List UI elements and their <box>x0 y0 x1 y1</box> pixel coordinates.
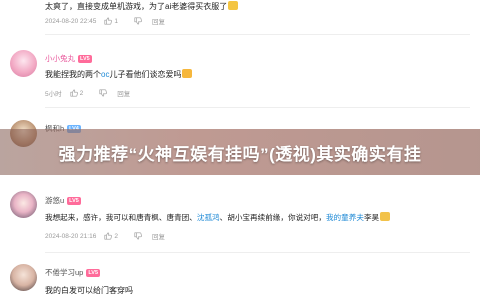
comment-meta: 5小时 2 回复 <box>45 88 138 98</box>
like-count: 2 <box>79 89 84 97</box>
promo-banner: 强力推荐“火神互娱有挂吗”(透视)其实确实有挂 <box>0 129 480 175</box>
divider <box>45 252 470 253</box>
reply-button[interactable]: 回复 <box>152 231 165 241</box>
thumb-up-icon <box>104 17 113 25</box>
avatar[interactable] <box>10 191 37 218</box>
comment-text: 我想起来，感许，我可以和唐青枫、唐青团、沈孤鸿、胡小宝再续前缘，你说对吧，我的童… <box>45 212 391 223</box>
reply-button[interactable]: 回复 <box>117 88 130 98</box>
comment-time: 5小时 <box>45 91 62 98</box>
comment-header: 游悠u LV5 <box>45 195 81 206</box>
thumb-down-icon <box>134 17 142 25</box>
dislike-button[interactable] <box>134 17 144 25</box>
comment-section: 太爽了，直接变成单机游戏，为了ai老婆得买衣服了 2024-08-20 22:4… <box>0 0 480 299</box>
thumb-down-icon <box>134 232 142 240</box>
username[interactable]: 不倦学习up <box>45 267 83 278</box>
comment-text: 我的白发可以给门客穿吗 <box>45 286 133 295</box>
comment-header: 不倦学习up LV5 <box>45 267 101 278</box>
like-count: 2 <box>114 232 118 240</box>
comment-link[interactable]: 我的童养夫 <box>326 213 364 222</box>
divider <box>45 34 470 35</box>
like-button[interactable]: 2 <box>104 232 126 240</box>
emoji-icon <box>228 1 239 10</box>
comment-link[interactable]: 沈孤鸿 <box>197 213 220 222</box>
banner-title: 强力推荐“火神互娱有挂吗”(透视)其实确实有挂 <box>58 144 422 164</box>
like-button[interactable]: 1 <box>104 17 126 25</box>
thumb-up-icon <box>104 232 113 240</box>
dislike-button[interactable] <box>134 232 144 240</box>
level-badge: LV5 <box>67 196 81 205</box>
avatar[interactable] <box>10 50 37 77</box>
username[interactable]: 游悠u <box>45 195 64 206</box>
level-badge: LV5 <box>86 268 101 277</box>
avatar[interactable] <box>10 264 37 291</box>
dislike-button[interactable] <box>99 89 109 97</box>
emoji-icon <box>182 69 193 78</box>
level-badge: LV5 <box>78 54 92 63</box>
thumb-up-icon <box>70 89 78 97</box>
comment-text: 太爽了，直接变成单机游戏，为了ai老婆得买衣服了 <box>45 1 239 12</box>
comment-meta: 2024-08-20 21:16 2 回复 <box>45 231 173 241</box>
emoji-icon <box>380 212 391 221</box>
like-count: 1 <box>114 17 118 25</box>
comment-date: 2024-08-20 21:16 <box>45 232 97 240</box>
username[interactable]: 小小兔丸 <box>45 53 75 64</box>
comment-header: 小小兔丸 LV5 <box>45 53 92 64</box>
like-button[interactable]: 2 <box>70 89 92 97</box>
divider <box>45 107 470 108</box>
comment-text: 我能捏我的两个oc儿子看他们谈恋爱吗 <box>45 69 193 80</box>
thumb-down-icon <box>99 89 108 97</box>
comment-meta: 2024-08-20 22:45 1 回复 <box>45 16 173 26</box>
reply-button[interactable]: 回复 <box>152 16 165 26</box>
comment-date: 2024-08-20 22:45 <box>45 17 97 25</box>
